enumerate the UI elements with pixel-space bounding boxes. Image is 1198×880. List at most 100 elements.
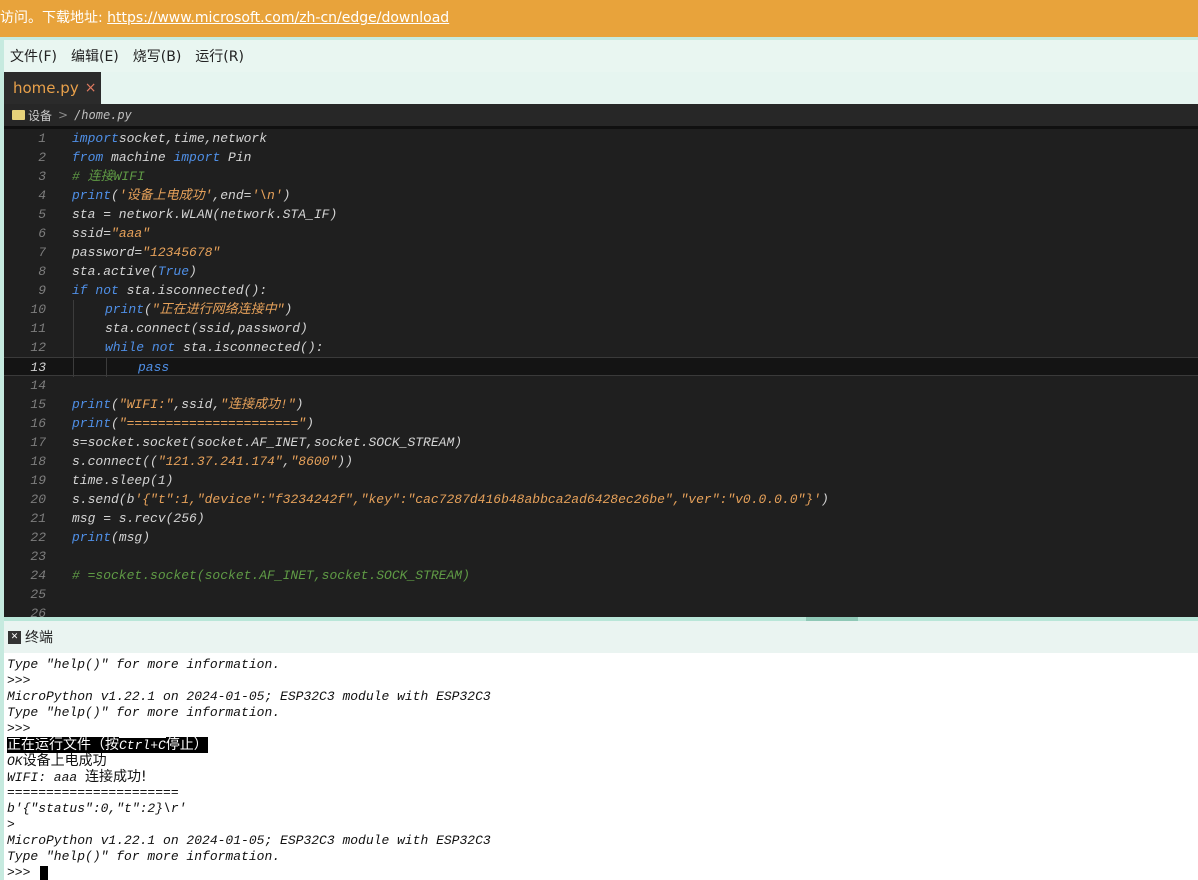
code-text: from machine import Pin — [72, 148, 251, 167]
code-text: password="12345678" — [72, 243, 220, 262]
line-number: 23 — [30, 549, 46, 564]
terminal-line: ====================== — [4, 785, 1198, 801]
code-line[interactable]: 1 importsocket,time,network — [4, 129, 1198, 148]
code-token: '{"t":1,"device":"f3234242f","key":"cac7… — [134, 492, 821, 507]
code-line[interactable]: 9 if not sta.isconnected(): — [4, 281, 1198, 300]
code-line[interactable]: 25 — [4, 585, 1198, 604]
terminal-line: > — [4, 817, 1198, 833]
code-line[interactable]: 26 — [4, 604, 1198, 617]
code-editor[interactable]: 设备 > /home.py 1 importsocket,time,network… — [4, 104, 1198, 617]
line-number: 9 — [38, 283, 46, 298]
terminal-text: Type "help()" for more information. — [7, 705, 281, 720]
code-line[interactable]: 15 print("WIFI:",ssid,"连接成功!") — [4, 395, 1198, 414]
editor-tab-bar: home.py × — [4, 72, 1198, 104]
line-number: 17 — [30, 435, 46, 450]
code-line[interactable]: 8 sta.active(True) — [4, 262, 1198, 281]
code-token: machine — [103, 150, 174, 165]
code-token: ,ssid, — [173, 397, 221, 412]
code-line[interactable]: 10 print("正在进行网络连接中") — [4, 300, 1198, 319]
indent-guide — [73, 338, 74, 357]
terminal-text: 正在运行文件（按 — [7, 737, 119, 753]
code-line[interactable]: 22 print(msg) — [4, 528, 1198, 547]
code-line[interactable]: 12 while not sta.isconnected(): — [4, 338, 1198, 357]
terminal-title: 终端 — [25, 630, 53, 646]
code-line[interactable]: 19 time.sleep(1) — [4, 471, 1198, 490]
code-text: ssid="aaa" — [72, 224, 150, 243]
ide-window: 文件(F) 编辑(E) 烧写(B) 运行(R) home.py × 设备 > /… — [0, 37, 1198, 880]
code-token: ,end= — [212, 188, 252, 203]
code-token: print — [105, 302, 145, 317]
terminal-text: > — [7, 817, 15, 832]
terminal-line: Type "help()" for more information. — [4, 705, 1198, 721]
download-banner: 访问。下载地址: https://www.microsoft.com/zh-cn… — [0, 0, 1198, 37]
menu-file[interactable]: 文件(F) — [10, 46, 57, 66]
code-token: print — [72, 530, 112, 545]
terminal-text: 连接成功! — [85, 769, 147, 785]
code-line[interactable]: 24 # =socket.socket(socket.AF_INET,socket… — [4, 566, 1198, 585]
code-token: ( — [111, 397, 119, 412]
code-token: Pin — [220, 150, 252, 165]
code-line[interactable]: 16 print("======================") — [4, 414, 1198, 433]
code-line[interactable]: 11 sta.connect(ssid,password) — [4, 319, 1198, 338]
code-token: sta.connect(ssid,password) — [105, 321, 308, 336]
breadcrumb-device[interactable]: 设备 — [28, 107, 52, 124]
code-text: s=socket.socket(socket.AF_INET,socket.SO… — [72, 433, 462, 452]
menu-run[interactable]: 运行(R) — [195, 46, 244, 66]
terminal-line: MicroPython v1.22.1 on 2024-01-05; ESP32… — [4, 833, 1198, 849]
code-line[interactable]: 17 s=socket.socket(socket.AF_INET,socket.… — [4, 433, 1198, 452]
code-token: ) — [306, 416, 314, 431]
code-line[interactable]: 20 s.send(b'{"t":1,"device":"f3234242f","… — [4, 490, 1198, 509]
code-line[interactable]: 14 — [4, 376, 1198, 395]
code-text: print("正在进行网络连接中") — [105, 300, 292, 319]
code-token: not — [151, 340, 176, 355]
indent-guide — [73, 358, 74, 377]
code-token: True — [157, 264, 190, 279]
terminal-text: b'{"status":0,"t":2}\r' — [7, 801, 187, 816]
folder-icon — [12, 110, 25, 120]
code-line[interactable]: 21 msg = s.recv(256) — [4, 509, 1198, 528]
terminal-text: ====================== — [7, 785, 179, 800]
code-token: "12345678" — [142, 245, 221, 260]
code-line[interactable]: 3 # 连接WIFI — [4, 167, 1198, 186]
code-line[interactable]: 5 sta = network.WLAN(network.STA_IF) — [4, 205, 1198, 224]
menu-flash[interactable]: 烧写(B) — [133, 46, 182, 66]
code-line[interactable]: 13 pass — [4, 357, 1198, 377]
terminal-text: >>> — [7, 673, 31, 688]
code-token: ) — [820, 492, 829, 507]
code-token: sta.isconnected(): — [118, 283, 268, 298]
terminal-output[interactable]: Type "help()" for more information. >>> Mi… — [4, 653, 1198, 880]
code-line[interactable]: 7 password="12345678" — [4, 243, 1198, 262]
code-token: print — [72, 397, 112, 412]
code-text: print('设备上电成功',end='\n') — [72, 186, 290, 205]
code-token: sta = network.WLAN(network.STA_IF) — [72, 207, 338, 222]
code-text: s.connect(("121.37.241.174","8600")) — [72, 452, 353, 471]
code-line[interactable]: 6 ssid="aaa" — [4, 224, 1198, 243]
line-number: 12 — [30, 340, 46, 355]
terminal-text: WIFI: aaa — [7, 770, 86, 785]
code-line[interactable]: 18 s.connect(("121.37.241.174","8600")) — [4, 452, 1198, 471]
code-token: if — [72, 283, 88, 298]
code-text: print("======================") — [72, 414, 314, 433]
code-text: sta = network.WLAN(network.STA_IF) — [72, 205, 337, 224]
code-line[interactable]: 2 from machine import Pin — [4, 148, 1198, 167]
code-lines[interactable]: 1 importsocket,time,network 2 from machine … — [4, 129, 1198, 617]
code-token: )) — [337, 454, 353, 469]
code-token: s.connect(( — [72, 454, 158, 469]
code-token: '\n' — [251, 188, 283, 203]
close-icon[interactable]: × — [85, 80, 97, 96]
terminal-text: >>> — [7, 865, 39, 880]
terminal-text: 设备上电成功 — [22, 753, 107, 769]
code-token: password= — [72, 245, 143, 260]
code-text: time.sleep(1) — [72, 471, 173, 490]
tab-home-py[interactable]: home.py × — [4, 72, 101, 104]
code-token: sta.isconnected(): — [175, 340, 324, 355]
terminal-line: 正在运行文件（按Ctrl+C停止） — [4, 737, 1198, 753]
code-line[interactable]: 4 print('设备上电成功',end='\n') — [4, 186, 1198, 205]
breadcrumb-path: /home.py — [74, 108, 132, 122]
download-link[interactable]: https://www.microsoft.com/zh-cn/edge/dow… — [107, 10, 449, 26]
code-token: socket,time,network — [118, 131, 268, 146]
code-token: import — [72, 131, 119, 146]
code-line[interactable]: 23 — [4, 547, 1198, 566]
menu-edit[interactable]: 编辑(E) — [71, 46, 119, 66]
code-token: while — [105, 340, 145, 355]
